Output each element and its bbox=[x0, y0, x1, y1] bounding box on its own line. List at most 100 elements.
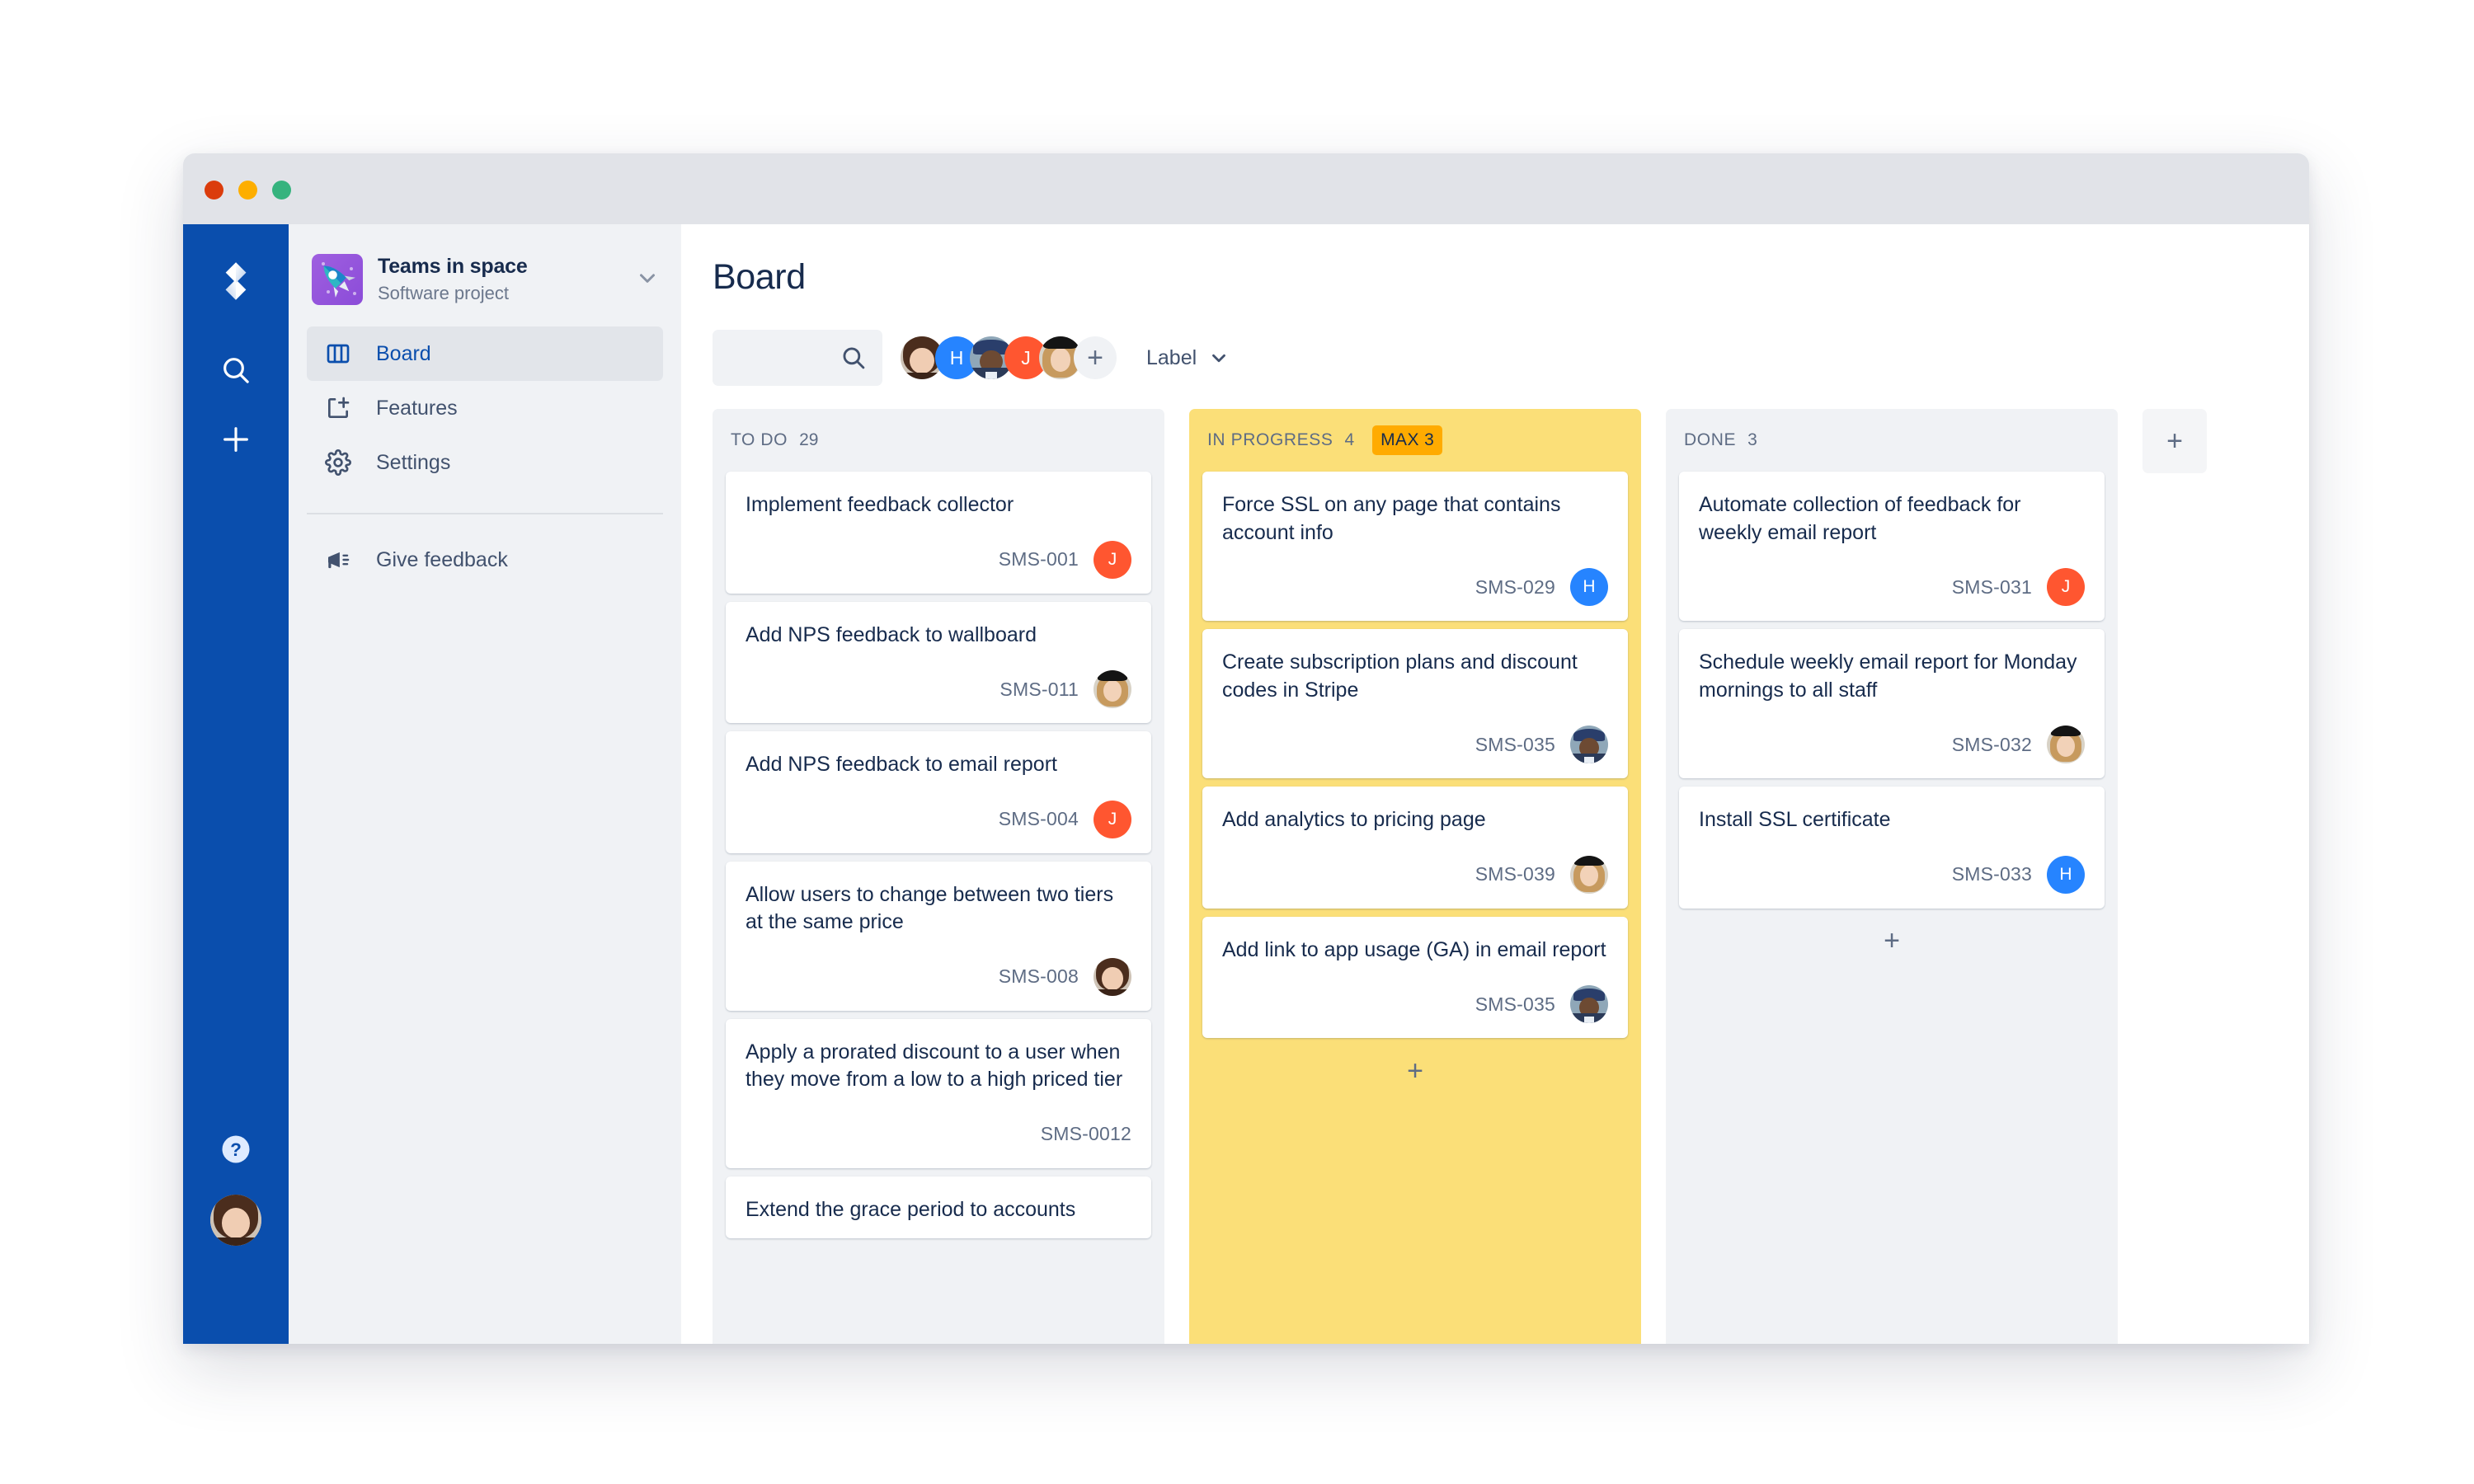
column-count: 29 bbox=[799, 430, 819, 449]
issue-card[interactable]: Automate collection of feedback for week… bbox=[1679, 472, 2105, 621]
issue-key[interactable]: SMS-011 bbox=[999, 679, 1079, 701]
chevron-down-icon[interactable] bbox=[635, 265, 660, 294]
issue-card-title: Allow users to change between two tiers … bbox=[745, 882, 1114, 934]
minimize-window-button[interactable] bbox=[238, 181, 257, 200]
wip-limit-badge: MAX 3 bbox=[1372, 425, 1443, 455]
issue-card[interactable]: Add NPS feedback to email report SMS-004 J bbox=[726, 731, 1151, 853]
board-columns-icon bbox=[325, 340, 358, 367]
sidebar-item-settings[interactable]: Settings bbox=[307, 435, 663, 490]
issue-assignee-avatar[interactable] bbox=[1570, 855, 1608, 894]
app-body: ? Teams in space Software project Board … bbox=[183, 224, 2309, 1344]
label-filter-dropdown[interactable]: Label bbox=[1146, 346, 1230, 370]
add-people-button[interactable]: + bbox=[1074, 336, 1117, 379]
issue-key[interactable]: SMS-039 bbox=[1475, 863, 1555, 885]
sidebar-item-features[interactable]: Features bbox=[307, 381, 663, 435]
rail-create-icon[interactable] bbox=[183, 409, 289, 470]
issue-key[interactable]: SMS-029 bbox=[1475, 576, 1555, 599]
issue-card-title: Force SSL on any page that contains acco… bbox=[1222, 493, 1561, 544]
issue-card-title: Install SSL certificate bbox=[1699, 808, 1891, 831]
zoom-window-button[interactable] bbox=[272, 181, 291, 200]
add-card-button[interactable]: + bbox=[1189, 1041, 1641, 1101]
issue-card[interactable]: Allow users to change between two tiers … bbox=[726, 861, 1151, 1011]
rail-search-icon[interactable] bbox=[183, 340, 289, 401]
issue-card-footer: SMS-035 bbox=[1222, 726, 1608, 763]
search-input[interactable] bbox=[713, 330, 853, 386]
issue-card[interactable]: Install SSL certificate SMS-033 H bbox=[1679, 787, 2105, 909]
issue-key[interactable]: SMS-0012 bbox=[1041, 1123, 1131, 1145]
project-type: Software project bbox=[378, 283, 509, 303]
issue-card-title: Schedule weekly email report for Monday … bbox=[1699, 650, 2077, 702]
issue-card[interactable]: Create subscription plans and discount c… bbox=[1202, 629, 1628, 778]
column-header-todo: TO DO 29 bbox=[713, 409, 1164, 472]
avatar-stack: H J + bbox=[901, 336, 1117, 379]
issue-card-title: Implement feedback collector bbox=[745, 493, 1014, 516]
issue-key[interactable]: SMS-031 bbox=[1952, 576, 2032, 599]
issue-card-footer: SMS-001 J bbox=[745, 540, 1131, 579]
traffic-lights bbox=[205, 181, 291, 200]
project-switcher[interactable]: Teams in space Software project bbox=[289, 224, 681, 305]
issue-key[interactable]: SMS-033 bbox=[1952, 863, 2032, 885]
column-header-inprogress: IN PROGRESS 4 MAX 3 bbox=[1189, 409, 1641, 472]
sidebar-item-give-feedback[interactable]: Give feedback bbox=[307, 533, 663, 587]
issue-key[interactable]: SMS-032 bbox=[1952, 734, 2032, 756]
column-count: 4 bbox=[1344, 430, 1355, 449]
issue-assignee-avatar[interactable]: J bbox=[2047, 568, 2085, 606]
project-name: Teams in space bbox=[378, 255, 528, 278]
column-card-list: Automate collection of feedback for week… bbox=[1666, 472, 2118, 909]
search-input-wrapper[interactable] bbox=[713, 330, 882, 386]
help-circle-icon[interactable]: ? bbox=[183, 1125, 289, 1174]
issue-key[interactable]: SMS-035 bbox=[1475, 734, 1555, 756]
issue-card[interactable]: Apply a prorated discount to a user when… bbox=[726, 1018, 1151, 1168]
issue-card-footer: SMS-004 J bbox=[745, 800, 1131, 838]
issue-assignee-avatar[interactable]: J bbox=[1094, 540, 1131, 579]
window-titlebar bbox=[183, 153, 2309, 224]
issue-key[interactable]: SMS-001 bbox=[999, 548, 1079, 571]
global-navigation-rail: ? bbox=[183, 224, 289, 1344]
issue-card[interactable]: Schedule weekly email report for Monday … bbox=[1679, 629, 2105, 778]
issue-assignee-avatar[interactable] bbox=[1094, 957, 1131, 996]
issue-card[interactable]: Extend the grace period to accounts bbox=[726, 1176, 1151, 1238]
issue-assignee-avatar[interactable] bbox=[1094, 670, 1131, 708]
issue-card-title: Automate collection of feedback for week… bbox=[1699, 493, 2021, 544]
column-header-done: DONE 3 bbox=[1666, 409, 2118, 472]
issue-card-title: Create subscription plans and discount c… bbox=[1222, 650, 1578, 702]
issue-card-footer: SMS-0012 bbox=[745, 1115, 1131, 1153]
issue-key[interactable]: SMS-008 bbox=[999, 965, 1079, 988]
sidebar-item-settings-label: Settings bbox=[376, 450, 451, 474]
column-title: DONE bbox=[1684, 430, 1737, 449]
sidebar-item-features-label: Features bbox=[376, 396, 458, 420]
current-user-avatar[interactable] bbox=[183, 1189, 289, 1252]
issue-key[interactable]: SMS-004 bbox=[999, 808, 1079, 830]
issue-card[interactable]: Add analytics to pricing page SMS-039 bbox=[1202, 787, 1628, 909]
issue-assignee-avatar[interactable]: J bbox=[1094, 800, 1131, 838]
sidebar-item-board[interactable]: Board bbox=[307, 326, 663, 381]
close-window-button[interactable] bbox=[205, 181, 223, 200]
kanban-board: TO DO 29 Implement feedback collector SMS-0… bbox=[713, 409, 2309, 1344]
issue-card-footer: SMS-011 bbox=[745, 670, 1131, 708]
jira-logo-icon[interactable] bbox=[183, 244, 289, 318]
board-column-inprogress: IN PROGRESS 4 MAX 3 Force SSL on any page t… bbox=[1189, 409, 1641, 1344]
issue-card[interactable]: Add link to app usage (GA) in email repo… bbox=[1202, 916, 1628, 1038]
issue-card-footer: SMS-029 H bbox=[1222, 568, 1608, 606]
issue-card-footer: SMS-033 H bbox=[1699, 855, 2085, 894]
issue-assignee-avatar[interactable]: H bbox=[2047, 855, 2085, 894]
issue-card[interactable]: Implement feedback collector SMS-001 J bbox=[726, 472, 1151, 594]
issue-card-title: Add NPS feedback to wallboard bbox=[745, 622, 1037, 646]
issue-card-title: Extend the grace period to accounts bbox=[745, 1197, 1076, 1221]
issue-card-footer: SMS-031 J bbox=[1699, 568, 2085, 606]
main-content: Board H J + Label TO DO 29 Implement fee… bbox=[681, 224, 2309, 1344]
issue-assignee-avatar[interactable]: H bbox=[1570, 568, 1608, 606]
add-column-button[interactable]: + bbox=[2142, 409, 2207, 473]
issue-key[interactable]: SMS-035 bbox=[1475, 993, 1555, 1016]
issue-assignee-avatar[interactable] bbox=[1570, 726, 1608, 763]
issue-assignee-avatar[interactable] bbox=[2047, 726, 2085, 763]
chevron-down-icon bbox=[1208, 347, 1230, 369]
issue-assignee-avatar[interactable] bbox=[1570, 985, 1608, 1023]
issue-card-footer: SMS-039 bbox=[1222, 855, 1608, 894]
add-card-button[interactable]: + bbox=[1666, 912, 2118, 971]
add-page-icon bbox=[325, 395, 358, 421]
issue-card-title: Add NPS feedback to email report bbox=[745, 753, 1057, 776]
issue-card[interactable]: Force SSL on any page that contains acco… bbox=[1202, 472, 1628, 621]
svg-text:?: ? bbox=[230, 1139, 242, 1160]
issue-card[interactable]: Add NPS feedback to wallboard SMS-011 bbox=[726, 601, 1151, 723]
